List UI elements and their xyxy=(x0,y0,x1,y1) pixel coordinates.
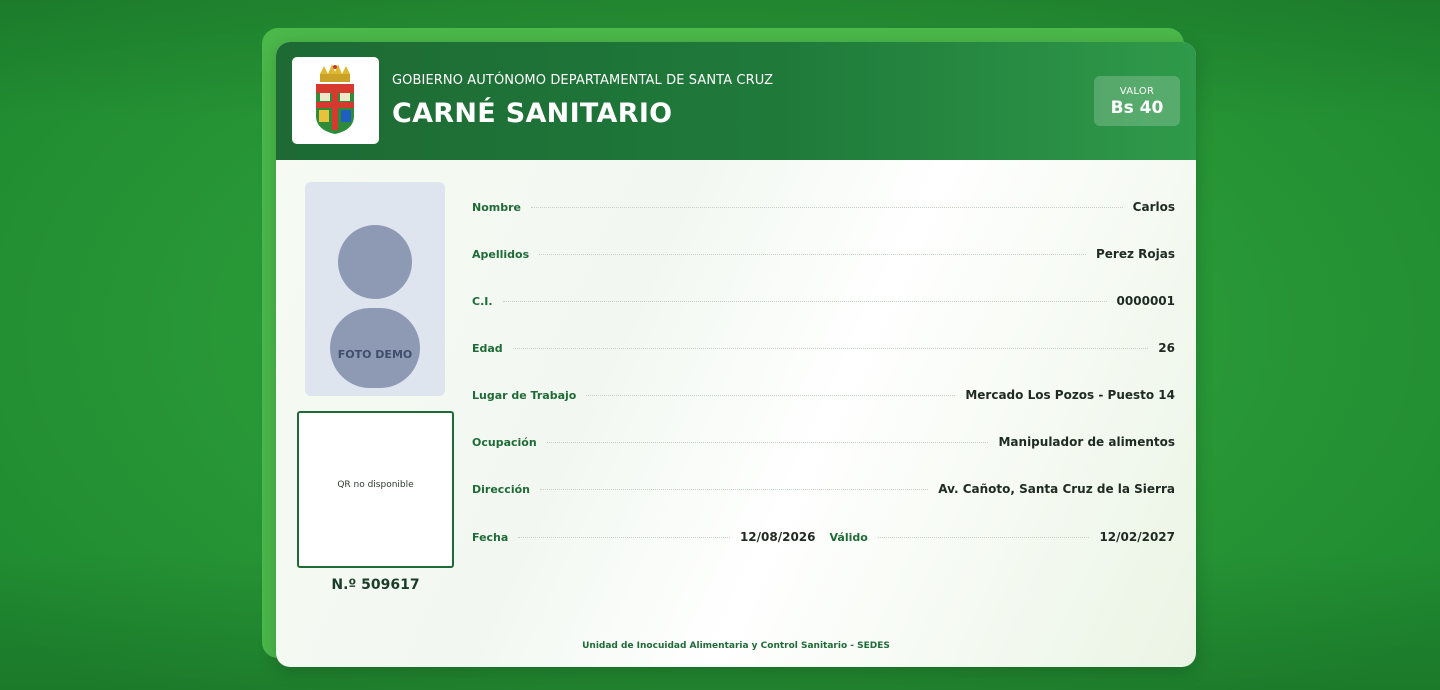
field-value: Manipulador de alimentos xyxy=(998,435,1175,449)
card-number: N.º 509617 xyxy=(331,577,420,593)
field-label: Lugar de Trabajo xyxy=(472,389,577,402)
dotted-leader xyxy=(586,395,956,396)
coat-of-arms-icon xyxy=(316,64,354,134)
coat-of-arms-logo xyxy=(292,57,379,144)
footer-text: Unidad de Inocuidad Alimentaria y Contro… xyxy=(582,641,890,651)
value-badge: VALOR Bs 40 xyxy=(1094,76,1180,126)
fecha-label: Fecha xyxy=(472,531,509,544)
fecha-value: 12/08/2026 xyxy=(739,530,816,544)
field-label: Edad xyxy=(472,342,503,355)
dotted-leader xyxy=(512,348,1149,349)
value-amount: Bs 40 xyxy=(1110,98,1164,118)
field-direccion: Dirección Av. Cañoto, Santa Cruz de la S… xyxy=(472,482,1175,502)
avatar-head-icon xyxy=(338,225,412,299)
field-nombre: Nombre Carlos xyxy=(472,200,1175,220)
qr-code-box: QR no disponible xyxy=(297,411,454,568)
field-value: Carlos xyxy=(1132,200,1175,214)
card-header: GOBIERNO AUTÓNOMO DEPARTAMENTAL DE SANTA… xyxy=(276,42,1196,160)
dotted-leader xyxy=(502,301,1107,302)
field-value: Perez Rojas xyxy=(1096,247,1175,261)
field-label: Apellidos xyxy=(472,248,530,261)
dotted-leader xyxy=(877,537,1090,538)
photo-label: FOTO DEMO xyxy=(337,348,413,361)
field-value: 0000001 xyxy=(1116,294,1175,308)
field-value: Mercado Los Pozos - Puesto 14 xyxy=(965,388,1175,402)
field-ci: C.I. 0000001 xyxy=(472,294,1175,314)
field-value: 26 xyxy=(1158,341,1175,355)
dotted-leader xyxy=(540,489,929,490)
dotted-leader xyxy=(530,207,1123,208)
value-label: VALOR xyxy=(1119,86,1155,97)
government-title: GOBIERNO AUTÓNOMO DEPARTAMENTAL DE SANTA… xyxy=(392,73,774,88)
field-label: Ocupación xyxy=(472,436,537,449)
photo-placeholder: FOTO DEMO xyxy=(305,182,445,396)
field-value: Av. Cañoto, Santa Cruz de la Sierra xyxy=(938,482,1175,496)
dotted-leader xyxy=(518,537,730,538)
field-ocupacion: Ocupación Manipulador de alimentos xyxy=(472,435,1175,455)
valido-value: 12/02/2027 xyxy=(1099,530,1175,544)
field-lugar-de-trabajo: Lugar de Trabajo Mercado Los Pozos - Pue… xyxy=(472,388,1175,408)
field-apellidos: Apellidos Perez Rojas xyxy=(472,247,1175,267)
qr-unavailable-text: QR no disponible xyxy=(337,480,414,490)
valido-label: Válido xyxy=(829,531,868,544)
field-dates: Fecha 12/08/2026 Válido 12/02/2027 xyxy=(472,530,1175,550)
field-label: C.I. xyxy=(472,295,493,308)
card-title: CARNÉ SANITARIO xyxy=(392,98,673,129)
field-label: Dirección xyxy=(472,483,530,496)
health-card: GOBIERNO AUTÓNOMO DEPARTAMENTAL DE SANTA… xyxy=(276,42,1196,667)
field-edad: Edad 26 xyxy=(472,341,1175,361)
field-label: Nombre xyxy=(472,201,521,214)
dotted-leader xyxy=(539,254,1086,255)
dotted-leader xyxy=(546,442,989,443)
